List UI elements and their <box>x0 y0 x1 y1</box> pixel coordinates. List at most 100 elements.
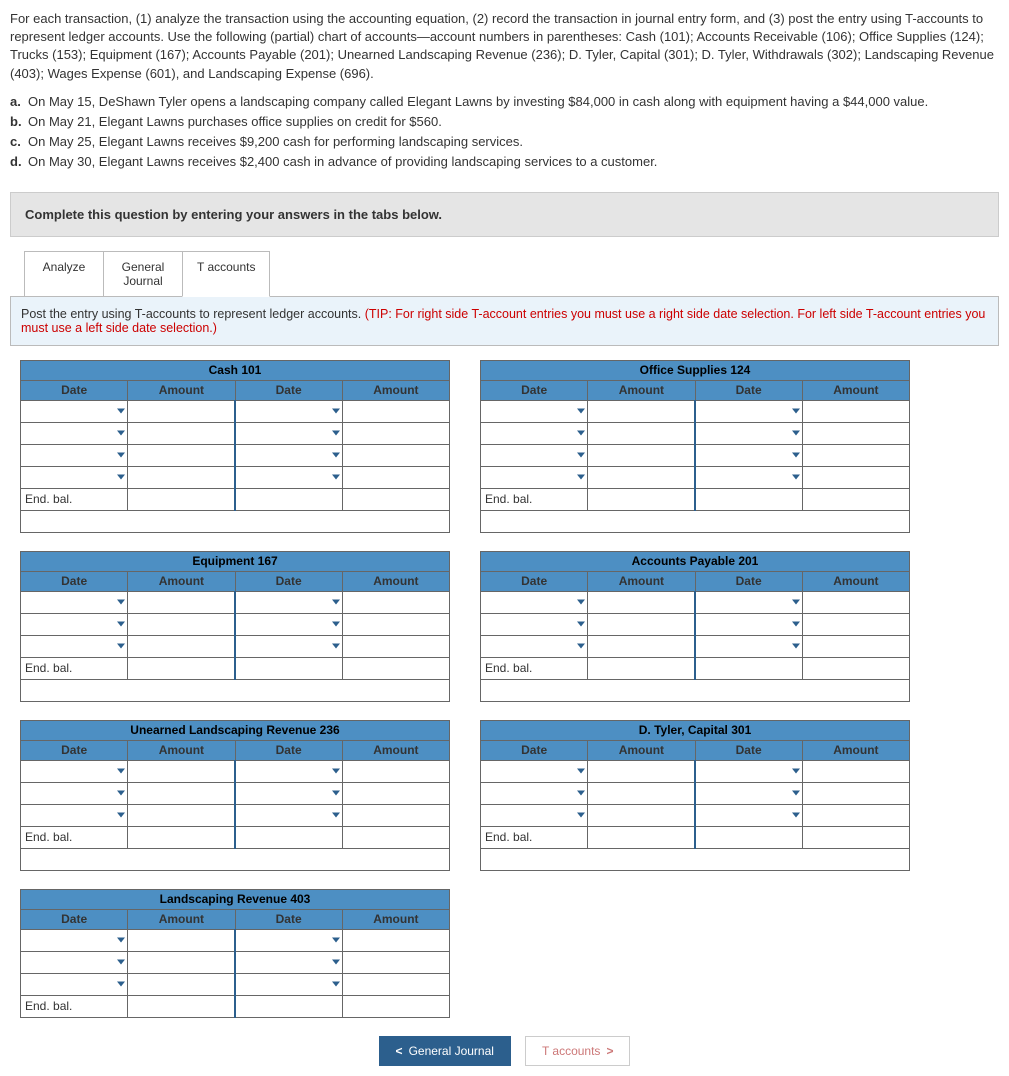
date-cell[interactable] <box>235 804 342 826</box>
date-cell[interactable] <box>235 613 342 635</box>
amount-cell[interactable] <box>342 422 449 444</box>
date-cell[interactable] <box>21 760 128 782</box>
date-cell[interactable] <box>695 591 802 613</box>
date-cell[interactable] <box>481 635 588 657</box>
date-cell[interactable] <box>235 591 342 613</box>
date-cell[interactable] <box>481 466 588 488</box>
amount-cell[interactable] <box>342 951 449 973</box>
date-cell[interactable] <box>21 951 128 973</box>
date-cell[interactable] <box>21 635 128 657</box>
amount-cell[interactable] <box>128 466 235 488</box>
end-bal-amount[interactable] <box>128 488 235 510</box>
date-cell[interactable] <box>21 444 128 466</box>
amount-cell[interactable] <box>802 422 909 444</box>
amount-cell[interactable] <box>128 422 235 444</box>
amount-cell[interactable] <box>802 466 909 488</box>
date-cell[interactable] <box>481 782 588 804</box>
date-cell[interactable] <box>695 400 802 422</box>
amount-cell[interactable] <box>588 444 695 466</box>
date-cell[interactable] <box>695 782 802 804</box>
amount-cell[interactable] <box>342 804 449 826</box>
date-cell[interactable] <box>481 400 588 422</box>
date-cell[interactable] <box>235 782 342 804</box>
amount-cell[interactable] <box>342 591 449 613</box>
amount-cell[interactable] <box>342 466 449 488</box>
end-bal-amount[interactable] <box>128 657 235 679</box>
date-cell[interactable] <box>235 422 342 444</box>
tab-analyze[interactable]: Analyze <box>24 251 104 297</box>
date-cell[interactable] <box>481 613 588 635</box>
tab-t-accounts[interactable]: T accounts <box>182 251 270 297</box>
amount-cell[interactable] <box>342 400 449 422</box>
date-cell[interactable] <box>21 591 128 613</box>
date-cell[interactable] <box>481 804 588 826</box>
amount-cell[interactable] <box>342 613 449 635</box>
amount-cell[interactable] <box>342 782 449 804</box>
date-cell[interactable] <box>481 591 588 613</box>
amount-cell[interactable] <box>588 760 695 782</box>
end-bal-amount[interactable] <box>588 826 695 848</box>
amount-cell[interactable] <box>128 973 235 995</box>
amount-cell[interactable] <box>588 466 695 488</box>
amount-cell[interactable] <box>128 929 235 951</box>
date-cell[interactable] <box>235 973 342 995</box>
amount-cell[interactable] <box>128 400 235 422</box>
amount-cell[interactable] <box>128 591 235 613</box>
amount-cell[interactable] <box>128 782 235 804</box>
amount-cell[interactable] <box>802 591 909 613</box>
date-cell[interactable] <box>235 400 342 422</box>
amount-cell[interactable] <box>588 804 695 826</box>
amount-cell[interactable] <box>802 782 909 804</box>
date-cell[interactable] <box>235 444 342 466</box>
amount-cell[interactable] <box>802 760 909 782</box>
amount-cell[interactable] <box>588 613 695 635</box>
amount-cell[interactable] <box>802 613 909 635</box>
prev-button[interactable]: < General Journal <box>379 1036 511 1066</box>
amount-cell[interactable] <box>802 400 909 422</box>
amount-cell[interactable] <box>342 444 449 466</box>
date-cell[interactable] <box>235 635 342 657</box>
amount-cell[interactable] <box>128 635 235 657</box>
amount-cell[interactable] <box>802 804 909 826</box>
amount-cell[interactable] <box>342 760 449 782</box>
date-cell[interactable] <box>21 782 128 804</box>
end-bal-amount[interactable] <box>128 826 235 848</box>
date-cell[interactable] <box>481 444 588 466</box>
date-cell[interactable] <box>695 804 802 826</box>
amount-cell[interactable] <box>802 444 909 466</box>
date-cell[interactable] <box>481 760 588 782</box>
date-cell[interactable] <box>235 951 342 973</box>
amount-cell[interactable] <box>588 422 695 444</box>
tab-general-journal[interactable]: General Journal <box>103 251 183 297</box>
date-cell[interactable] <box>21 804 128 826</box>
date-cell[interactable] <box>21 973 128 995</box>
end-bal-amount[interactable] <box>588 657 695 679</box>
date-cell[interactable] <box>21 422 128 444</box>
amount-cell[interactable] <box>802 635 909 657</box>
amount-cell[interactable] <box>588 782 695 804</box>
next-button[interactable]: T accounts > <box>525 1036 631 1066</box>
end-bal-amount[interactable] <box>588 488 695 510</box>
date-cell[interactable] <box>695 635 802 657</box>
amount-cell[interactable] <box>588 400 695 422</box>
date-cell[interactable] <box>695 444 802 466</box>
date-cell[interactable] <box>481 422 588 444</box>
date-cell[interactable] <box>235 466 342 488</box>
date-cell[interactable] <box>21 613 128 635</box>
date-cell[interactable] <box>695 613 802 635</box>
date-cell[interactable] <box>235 760 342 782</box>
amount-cell[interactable] <box>342 635 449 657</box>
amount-cell[interactable] <box>342 929 449 951</box>
amount-cell[interactable] <box>128 613 235 635</box>
date-cell[interactable] <box>21 466 128 488</box>
amount-cell[interactable] <box>342 973 449 995</box>
date-cell[interactable] <box>695 466 802 488</box>
date-cell[interactable] <box>695 422 802 444</box>
date-cell[interactable] <box>235 929 342 951</box>
end-bal-amount[interactable] <box>128 995 235 1017</box>
date-cell[interactable] <box>695 760 802 782</box>
amount-cell[interactable] <box>128 951 235 973</box>
amount-cell[interactable] <box>588 591 695 613</box>
amount-cell[interactable] <box>128 760 235 782</box>
amount-cell[interactable] <box>128 444 235 466</box>
